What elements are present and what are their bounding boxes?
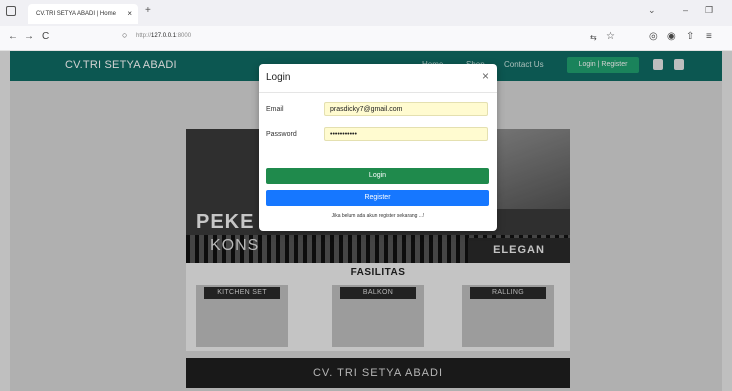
shield-icon: ○ <box>122 30 128 40</box>
reload-button[interactable]: C <box>42 31 49 42</box>
modal-divider <box>259 92 497 93</box>
email-label: Email <box>266 106 284 113</box>
login-button[interactable]: Login <box>266 168 489 184</box>
tab-title: CV.TRI SETYA ABADI | Home <box>36 11 116 17</box>
forward-button[interactable]: → <box>24 31 34 42</box>
back-button[interactable]: ← <box>8 31 18 42</box>
website-viewport: CV.TRI SETYA ABADI Home Shop Contact Us … <box>0 51 732 391</box>
pocket-icon[interactable]: ◎ <box>649 31 658 42</box>
register-button[interactable]: Register <box>266 190 489 206</box>
register-hint: Jika belum ada akun register sekarang ..… <box>331 213 425 219</box>
minimize-icon[interactable]: – <box>683 5 688 15</box>
modal-title: Login <box>266 72 291 83</box>
restore-icon[interactable]: ❐ <box>705 5 713 16</box>
close-icon[interactable]: × <box>482 69 489 83</box>
new-tab-button[interactable]: + <box>145 5 151 16</box>
browser-nav-bar: ← → C ○ http://127.0.0.1:8000 ⇆ ☆ ◎ ◉ ⇧ … <box>0 26 732 51</box>
password-field[interactable]: ••••••••••• <box>324 127 488 141</box>
translate-icon[interactable]: ⇆ <box>590 33 597 42</box>
menu-icon[interactable]: ≡ <box>706 31 712 42</box>
tab-list-icon[interactable] <box>6 6 16 16</box>
star-icon[interactable]: ☆ <box>606 31 615 42</box>
email-field[interactable]: prasdicky7@gmail.com <box>324 102 488 116</box>
browser-tab-bar: CV.TRI SETYA ABADI | Home × + ⌄ – ❐ <box>0 0 732 26</box>
url-bar[interactable]: ○ http://127.0.0.1:8000 <box>118 29 608 46</box>
url-text: http://127.0.0.1:8000 <box>136 33 192 39</box>
close-tab-icon[interactable]: × <box>127 9 132 18</box>
account-icon[interactable]: ◉ <box>667 31 676 42</box>
browser-tab[interactable]: CV.TRI SETYA ABADI | Home × <box>28 4 138 24</box>
chevron-down-icon[interactable]: ⌄ <box>648 5 656 16</box>
share-icon[interactable]: ⇧ <box>686 31 694 42</box>
password-label: Password <box>266 131 297 138</box>
login-modal: Login × Email prasdicky7@gmail.com Passw… <box>259 64 497 231</box>
